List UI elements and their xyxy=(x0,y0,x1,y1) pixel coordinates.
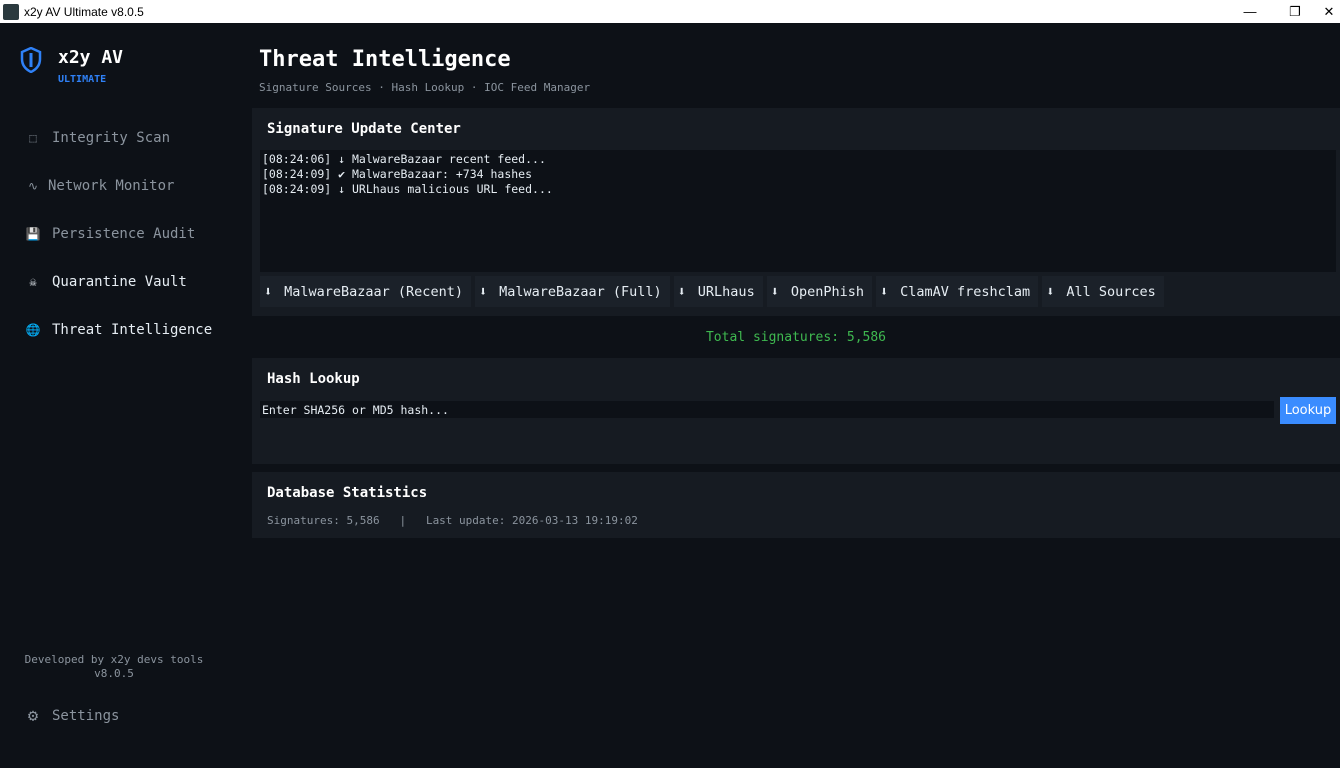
sidebar-item-label: Quarantine Vault xyxy=(52,274,187,290)
source-buttons: ⬇ MalwareBazaar (Recent) ⬇ MalwareBazaar (… xyxy=(260,276,1164,307)
button-label: ClamAV freshclam xyxy=(900,284,1030,300)
sidebar-item-quarantine-vault[interactable]: ☠ Quarantine Vault xyxy=(22,274,187,290)
brand-edition: ULTIMATE xyxy=(58,74,123,85)
sidebar-item-label: Network Monitor xyxy=(48,178,174,194)
main-content: Threat Intelligence Signature Sources · … xyxy=(252,23,1340,768)
floppy-icon: 💾 xyxy=(22,227,44,241)
malwarebazaar-recent-button[interactable]: ⬇ MalwareBazaar (Recent) xyxy=(260,276,471,307)
download-icon: ⬇ xyxy=(880,284,888,300)
download-icon: ⬇ xyxy=(264,284,272,300)
hash-input[interactable] xyxy=(260,401,1274,418)
lookup-button[interactable]: Lookup xyxy=(1280,397,1336,424)
sidebar-item-integrity-scan[interactable]: ⬚ Integrity Scan xyxy=(22,130,170,146)
sidebar-item-label: Threat Intelligence xyxy=(52,322,212,338)
brand-name: x2y AV xyxy=(58,47,123,68)
settings-button[interactable]: ⚙ Settings xyxy=(22,706,119,726)
database-stats: Signatures: 5,586 | Last update: 2026-03… xyxy=(267,514,638,527)
window-title: x2y AV Ultimate v8.0.5 xyxy=(24,5,144,19)
maximize-button[interactable]: ❐ xyxy=(1272,0,1318,23)
sidebar-item-network-monitor[interactable]: ∿ Network Monitor xyxy=(22,178,174,194)
version-text: v8.0.5 xyxy=(0,667,228,681)
footer: Developed by x2y devs tools v8.0.5 xyxy=(0,653,228,681)
all-sources-button[interactable]: ⬇ All Sources xyxy=(1042,276,1164,307)
signature-update-panel: Signature Update Center [08:24:06] ↓ Mal… xyxy=(252,108,1340,316)
sidebar-item-persistence-audit[interactable]: 💾 Persistence Audit xyxy=(22,226,195,242)
panel-title: Database Statistics xyxy=(267,485,427,501)
log-line: [08:24:09] ✔ MalwareBazaar: +734 hashes xyxy=(262,167,1334,182)
download-icon: ⬇ xyxy=(771,284,779,300)
page-title: Threat Intelligence xyxy=(259,47,511,72)
hash-lookup-panel: Hash Lookup Lookup xyxy=(252,358,1340,464)
panel-title: Signature Update Center xyxy=(267,121,461,137)
wave-icon: ∿ xyxy=(22,179,44,193)
sidebar-item-label: Integrity Scan xyxy=(52,130,170,146)
brand: x2y AV ULTIMATE xyxy=(20,47,123,85)
sidebar: x2y AV ULTIMATE ⬚ Integrity Scan ∿ Network… xyxy=(0,23,245,768)
shield-icon xyxy=(20,47,42,73)
clamav-freshclam-button[interactable]: ⬇ ClamAV freshclam xyxy=(876,276,1038,307)
sidebar-item-threat-intelligence[interactable]: 🌐 Threat Intelligence xyxy=(22,322,212,338)
log-line: [08:24:06] ↓ MalwareBazaar recent feed..… xyxy=(262,152,1334,167)
credit-text: Developed by x2y devs tools xyxy=(0,653,228,667)
malwarebazaar-full-button[interactable]: ⬇ MalwareBazaar (Full) xyxy=(475,276,670,307)
button-label: All Sources xyxy=(1066,284,1155,300)
globe-icon: 🌐 xyxy=(22,323,44,337)
log-line: [08:24:09] ↓ URLhaus malicious URL feed.… xyxy=(262,182,1334,197)
button-label: URLhaus xyxy=(698,284,755,300)
openphish-button[interactable]: ⬇ OpenPhish xyxy=(767,276,872,307)
download-icon: ⬇ xyxy=(678,284,686,300)
minimize-button[interactable]: — xyxy=(1227,0,1273,23)
page-subtitle: Signature Sources · Hash Lookup · IOC Fe… xyxy=(259,81,590,94)
download-icon: ⬇ xyxy=(1046,284,1054,300)
skull-icon: ☠ xyxy=(22,275,44,289)
button-label: OpenPhish xyxy=(791,284,864,300)
urlhaus-button[interactable]: ⬇ URLhaus xyxy=(674,276,763,307)
app-icon xyxy=(3,4,19,20)
button-label: MalwareBazaar (Recent) xyxy=(284,284,463,300)
sidebar-item-label: Persistence Audit xyxy=(52,226,195,242)
settings-label: Settings xyxy=(52,708,119,724)
download-icon: ⬇ xyxy=(479,284,487,300)
update-log: [08:24:06] ↓ MalwareBazaar recent feed..… xyxy=(260,150,1336,272)
database-statistics-panel: Database Statistics Signatures: 5,586 | … xyxy=(252,472,1340,538)
title-bar: x2y AV Ultimate v8.0.5 — ❐ ✕ xyxy=(0,0,1340,23)
scan-icon: ⬚ xyxy=(22,131,44,145)
close-button[interactable]: ✕ xyxy=(1318,0,1340,23)
button-label: MalwareBazaar (Full) xyxy=(499,284,662,300)
gear-icon: ⚙ xyxy=(22,706,44,726)
total-signatures: Total signatures: 5,586 xyxy=(252,330,1340,345)
panel-title: Hash Lookup xyxy=(267,371,360,387)
